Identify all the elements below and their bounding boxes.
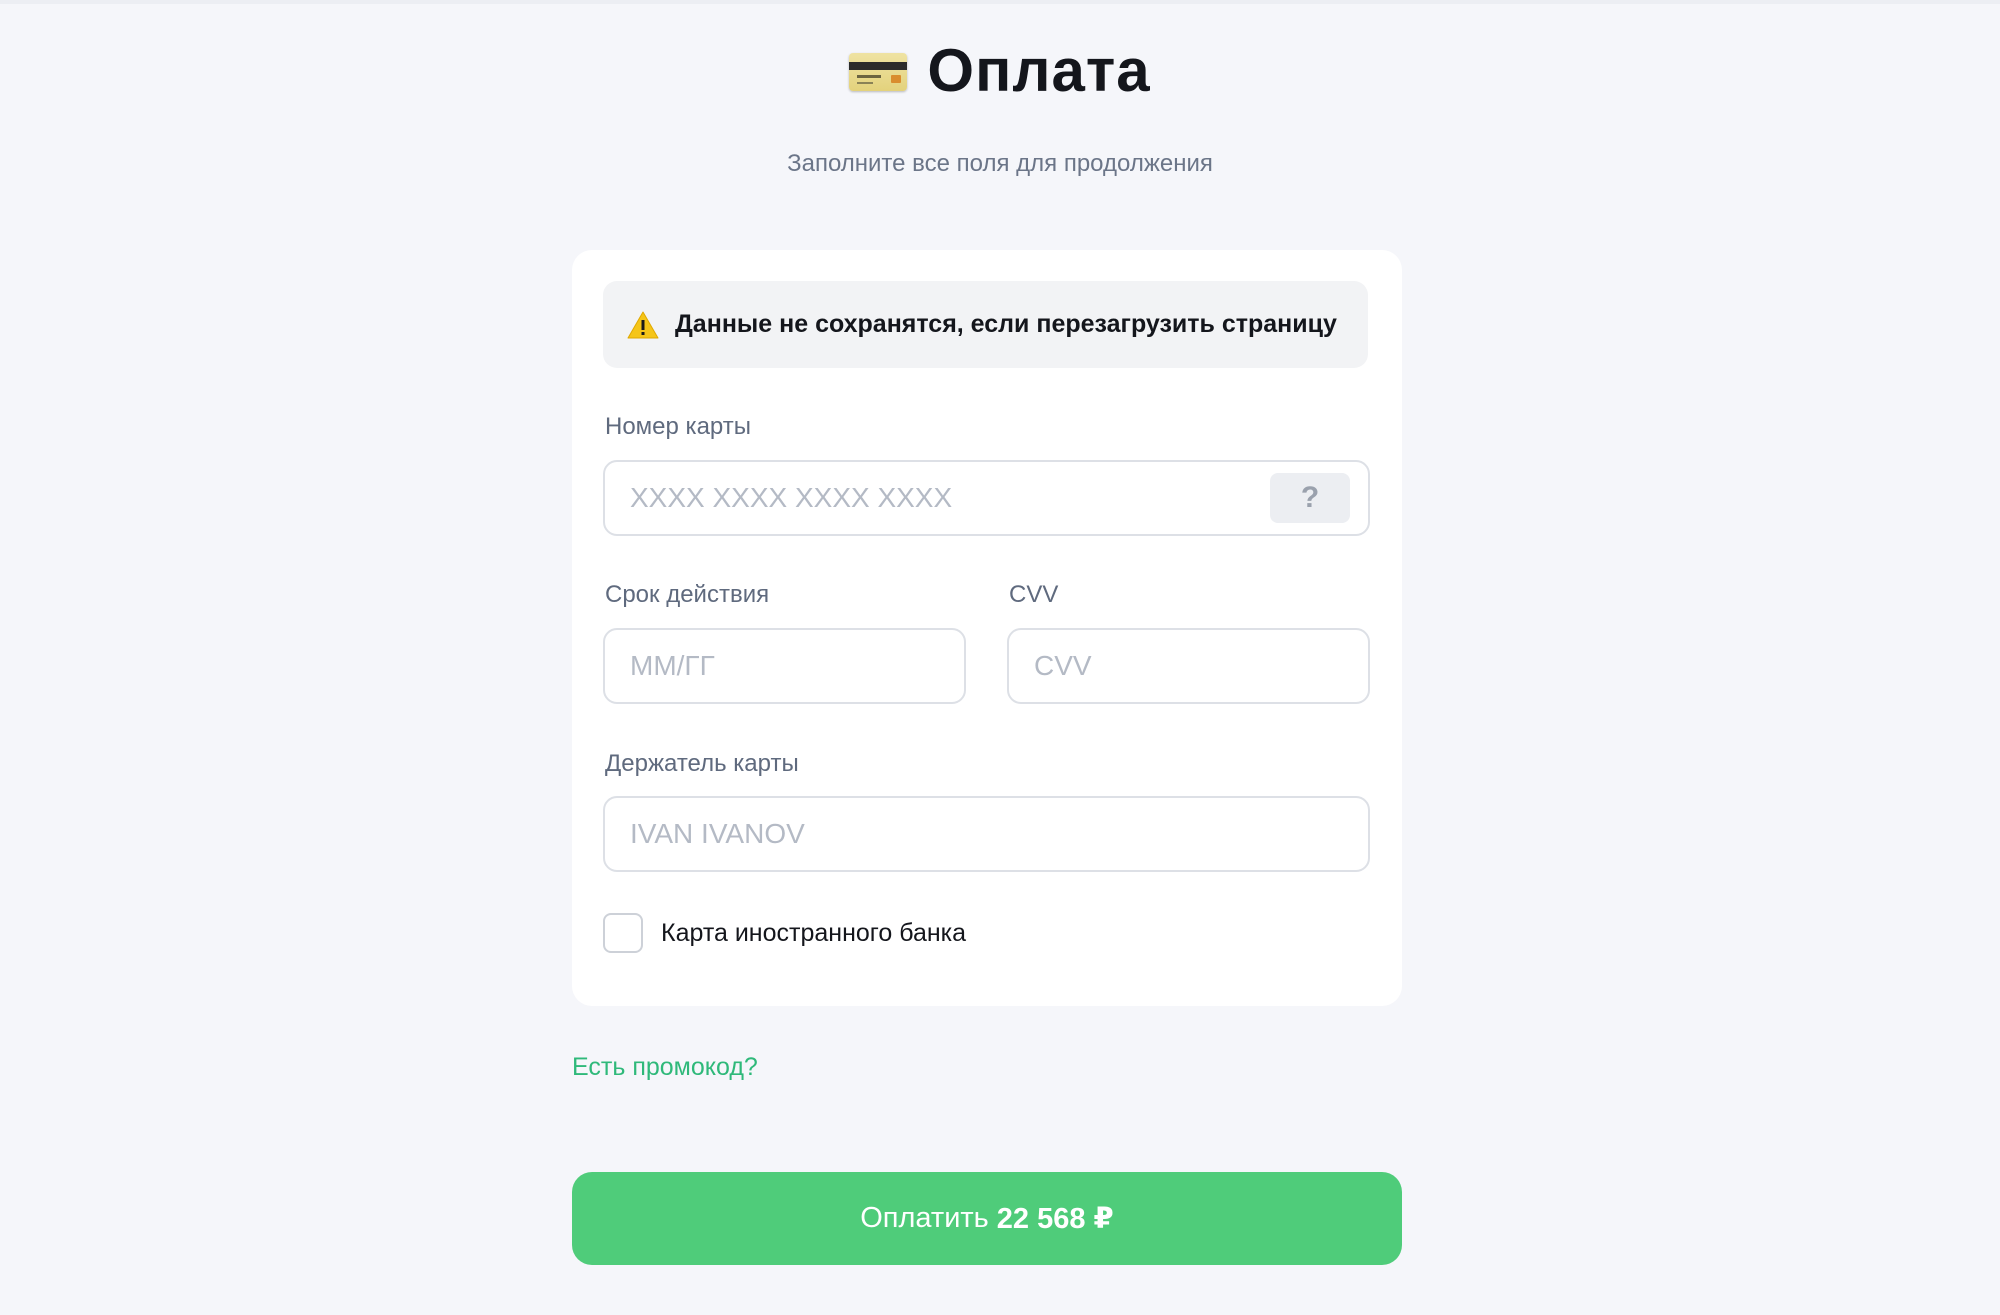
warning-text: Данные не сохранятся, если перезагрузить…: [675, 310, 1337, 338]
warning-icon: [627, 311, 659, 338]
card-holder-input[interactable]: IVAN IVANOV: [603, 796, 1370, 872]
card-holder-placeholder: IVAN IVANOV: [630, 818, 805, 849]
card-number-placeholder: XXXX XXXX XXXX XXXX: [630, 482, 953, 513]
page-header: Оплата Заполните все поля для продолжени…: [0, 30, 2000, 178]
foreign-bank-option[interactable]: Карта иностранного банка: [603, 913, 966, 953]
pay-button[interactable]: Оплатить 22 568 ₽: [572, 1172, 1402, 1265]
page-title: Оплата: [927, 36, 1151, 104]
pay-amount: 22 568 ₽: [996, 1203, 1114, 1235]
expiry-label: Срок действия: [605, 581, 770, 608]
pay-button-label: Оплатить: [860, 1202, 989, 1234]
card-number-input[interactable]: XXXX XXXX XXXX XXXX ?: [603, 460, 1370, 536]
cvv-input[interactable]: CVV: [1007, 628, 1370, 704]
page-subtitle: Заполните все поля для продолжения: [787, 150, 1213, 177]
card-holder-label: Держатель карты: [605, 750, 799, 777]
card-number-help-button[interactable]: ?: [1270, 473, 1350, 523]
cvv-label: CVV: [1009, 581, 1059, 608]
title-row: Оплата: [0, 30, 2000, 110]
expiry-input[interactable]: ММ/ГГ: [603, 628, 966, 704]
top-edge-divider: [0, 0, 2000, 4]
payment-form: Данные не сохранятся, если перезагрузить…: [572, 250, 1402, 1006]
promo-code-link[interactable]: Есть промокод?: [572, 1053, 758, 1082]
foreign-bank-checkbox[interactable]: [603, 913, 643, 953]
credit-card-icon: [849, 53, 908, 91]
card-number-label: Номер карты: [605, 413, 751, 440]
warning-alert: Данные не сохранятся, если перезагрузить…: [603, 281, 1368, 368]
cvv-placeholder: CVV: [1034, 650, 1092, 681]
expiry-placeholder: ММ/ГГ: [630, 650, 715, 681]
foreign-bank-label[interactable]: Карта иностранного банка: [661, 919, 966, 948]
